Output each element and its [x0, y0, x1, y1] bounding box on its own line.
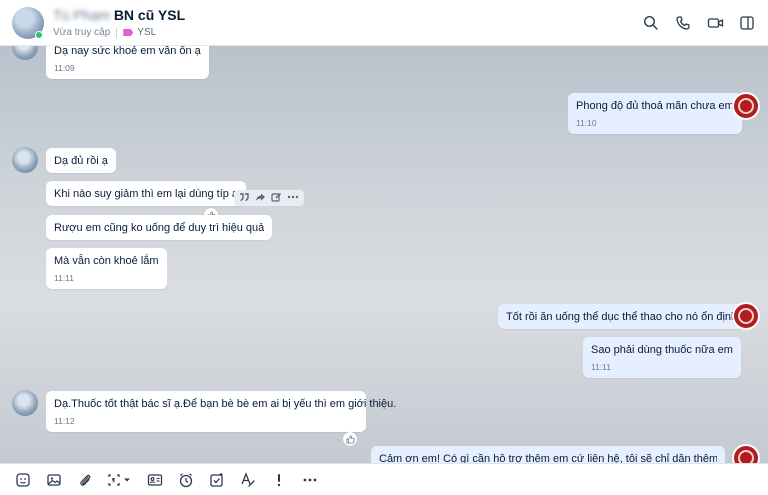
message-text: Tốt rồi ăn uống thể dục thể thao cho nó … [506, 311, 738, 323]
message-text: Khi nào suy giảm thì em lại dùng típ ạ [54, 188, 239, 200]
contact-card-icon [147, 473, 163, 486]
thumbs-up-icon [345, 434, 355, 444]
sidebar-toggle-button[interactable] [736, 12, 758, 34]
react-button[interactable] [343, 432, 357, 446]
my-avatar[interactable] [732, 92, 760, 120]
screenshot-icon [108, 473, 130, 486]
sticker-button[interactable] [12, 469, 34, 491]
message-bubble-sent[interactable]: Cảm ơn em! Có gì cần hỗ trợ thêm em cứ l… [371, 446, 725, 463]
more-button[interactable] [287, 189, 299, 207]
divider [116, 27, 118, 38]
sticker-icon [16, 472, 30, 487]
edit-button[interactable] [271, 189, 282, 207]
forward-button[interactable] [255, 189, 266, 207]
more-icon [287, 195, 299, 199]
text-format-icon [241, 471, 255, 487]
voice-call-button[interactable] [672, 12, 694, 34]
message-time: 11:10 [576, 118, 597, 128]
todo-icon [210, 472, 223, 487]
message-text: Mà vẫn còn khoẻ lắm [54, 255, 159, 267]
phone-icon [676, 16, 690, 30]
my-avatar[interactable] [732, 444, 760, 463]
message-text: Dạ nay sức khoẻ em vẫn ổn ạ [54, 46, 201, 57]
header-actions [640, 12, 758, 34]
message-text: Dạ đủ rồi ạ [54, 155, 108, 167]
message-bubble-received[interactable]: Rượu em cũng ko uống để duy trì hiệu quả [46, 215, 273, 240]
message-bubble-sent[interactable]: Phong độ đủ thoả mãn chưa em 11:10 [568, 93, 742, 134]
message-bubble-received[interactable]: Khi nào suy giảm thì em lại dùng típ ạ [46, 181, 247, 206]
my-avatar[interactable] [732, 302, 760, 330]
video-call-button[interactable] [704, 12, 726, 34]
urgent-button[interactable] [268, 469, 290, 491]
sidebar-toggle-icon [740, 16, 754, 30]
urgent-icon [277, 473, 281, 486]
message-bubble-received[interactable]: Mà vẫn còn khoẻ lắm 11:11 [46, 248, 167, 289]
todo-button[interactable] [206, 469, 228, 491]
message-bubble-sent[interactable]: Sao phải dùng thuốc nữa em 11:11 [583, 337, 741, 378]
contact-name-blurred: Tú Phạm [53, 7, 110, 23]
message-time: 11:09 [54, 63, 75, 73]
message-list[interactable]: Dạ nay sức khoẻ em vẫn ổn ạ 11:09 Phong … [0, 46, 768, 463]
text-format-button[interactable] [237, 469, 259, 491]
forward-icon [256, 193, 265, 201]
reminder-button[interactable] [175, 469, 197, 491]
contact-message-avatar[interactable] [12, 390, 38, 416]
screenshot-button[interactable] [105, 469, 135, 491]
more-options-button[interactable] [299, 469, 321, 491]
search-icon [643, 15, 658, 30]
contact-name-text: BN cũ YSL [113, 7, 186, 23]
message-text: Sao phải dùng thuốc nữa em [591, 344, 733, 356]
attachment-button[interactable] [74, 469, 96, 491]
online-indicator [35, 31, 43, 39]
contact-message-avatar[interactable] [12, 147, 38, 173]
message-text: Rượu em cũng ko uống để duy trì hiệu quả [54, 222, 265, 234]
message-time: 11:12 [54, 416, 75, 426]
message-time: 11:11 [54, 273, 75, 283]
message-text: Dạ.Thuốc tốt thật bác sĩ ạ.Để bạn bè bè … [54, 398, 397, 410]
contact-status: Vừa truy cập [53, 27, 111, 38]
message-bubble-received[interactable]: Dạ.Thuốc tốt thật bác sĩ ạ.Để bạn bè bè … [46, 391, 397, 432]
composer-toolbar [0, 463, 768, 495]
contact-tag[interactable]: YSL [123, 27, 156, 38]
contact-message-avatar[interactable] [12, 46, 38, 60]
contact-card-button[interactable] [144, 469, 166, 491]
attachment-icon [80, 474, 91, 486]
chat-header: Tú Phạm BN cũ YSL Vừa truy cập YSL [0, 0, 768, 46]
message-action-bar [234, 190, 304, 206]
reminder-icon [179, 472, 193, 487]
message-bubble-sent[interactable]: Tốt rồi ăn uống thể dục thể thao cho nó … [498, 304, 746, 329]
image-icon [47, 473, 61, 486]
message-time: 11:11 [591, 362, 612, 372]
tag-icon [123, 29, 134, 36]
tag-label: YSL [137, 27, 157, 38]
contact-name[interactable]: Tú Phạm BN cũ YSL [53, 7, 185, 23]
more-icon [303, 478, 317, 481]
quote-icon [240, 193, 249, 202]
video-call-icon [707, 18, 723, 28]
quote-button[interactable] [239, 189, 250, 207]
image-button[interactable] [43, 469, 65, 491]
edit-icon [271, 193, 281, 202]
message-text: Cảm ơn em! Có gì cần hỗ trợ thêm em cứ l… [379, 453, 717, 463]
message-bubble-received[interactable]: Dạ đủ rồi ạ [46, 148, 116, 173]
message-text: Phong độ đủ thoả mãn chưa em [576, 100, 734, 112]
search-button[interactable] [640, 12, 662, 34]
message-bubble-received[interactable]: Dạ nay sức khoẻ em vẫn ổn ạ 11:09 [46, 46, 209, 79]
contact-subtitle: Vừa truy cập YSL [53, 27, 156, 38]
